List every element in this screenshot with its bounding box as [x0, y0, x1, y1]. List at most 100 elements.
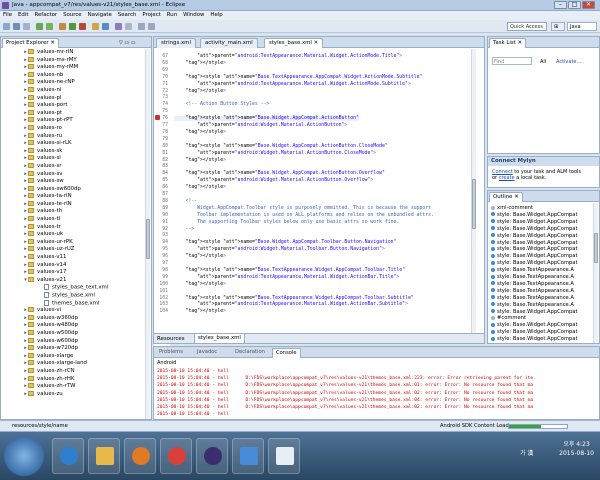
close-button[interactable]: ✕: [582, 1, 595, 9]
tab-strings-xml[interactable]: strings.xml: [156, 38, 196, 48]
external-tools-icon[interactable]: [79, 23, 86, 30]
tree-item[interactable]: ▸ values-sl: [1, 155, 146, 163]
outline-item[interactable]: style: Base.TextAppearance.A: [491, 295, 574, 301]
code-line[interactable]: "tag"><style "att">name="Base.TextAppear…: [174, 75, 423, 80]
print-icon[interactable]: [23, 23, 30, 30]
outline-scroll-thumb[interactable]: [594, 233, 598, 263]
tree-item[interactable]: ▸ values-w720dp: [1, 345, 146, 353]
tree-item[interactable]: ▸ values-ur-rPK: [1, 238, 146, 247]
tree-item[interactable]: ▸ values-ms-rMY: [1, 56, 146, 65]
tree-item[interactable]: ▸ values-my-rMM: [1, 64, 146, 72]
tab-console[interactable]: Console: [272, 348, 301, 358]
code-line[interactable]: "tag"></style>: [174, 61, 226, 66]
outline-item[interactable]: style: Base.TextAppearance.A: [491, 274, 574, 280]
tree-item[interactable]: ▸ values-te-rIN: [1, 200, 146, 209]
code-line[interactable]: The supporting Toolbar styles below only…: [174, 220, 399, 225]
outline-item[interactable]: style: Base.Widget.AppCompat: [491, 329, 578, 335]
open-perspective-icon[interactable]: ⊞: [551, 22, 565, 31]
tree-item[interactable]: ▸ values-si-rLK: [1, 140, 146, 148]
tree-item[interactable]: ▸ values-nl: [1, 86, 146, 95]
tab-activity-main-xml[interactable]: activity_main.xml: [200, 38, 258, 48]
open-type-icon[interactable]: [115, 23, 122, 30]
outline-item[interactable]: style: Base.Widget.AppCompat: [491, 260, 578, 266]
taskbar-explorer[interactable]: [88, 438, 120, 474]
tab-javadoc[interactable]: Javadoc: [194, 348, 220, 358]
tree-item[interactable]: ▸ values-sv: [1, 170, 146, 179]
code-line[interactable]: "att">parent="android:TextAppearance.Mat…: [174, 82, 411, 87]
tree-item[interactable]: ▸ values-zh-rCN: [1, 367, 146, 376]
java-perspective-button[interactable]: Java: [567, 22, 597, 31]
code-line[interactable]: "tag"></style>: [174, 309, 226, 314]
taskbar-chrome[interactable]: [160, 438, 192, 474]
code-line[interactable]: "att">parent="android:TextAppearance.Mat…: [174, 275, 399, 280]
menu-source[interactable]: Source: [60, 11, 85, 19]
tree-item[interactable]: themes_base.xml: [1, 299, 146, 308]
tree-item[interactable]: ▾ values-v21: [1, 276, 146, 285]
tree-item[interactable]: ▸ values-pl: [1, 94, 146, 103]
outline-item[interactable]: style: Base.Widget.AppCompat: [491, 253, 578, 259]
tree-item[interactable]: ▸ values-sw600dp: [1, 185, 146, 194]
outline-item[interactable]: #comment: [491, 315, 526, 321]
new-java-package-icon[interactable]: [92, 23, 99, 30]
tree-item[interactable]: ▸ values-port: [1, 102, 146, 110]
tree-item[interactable]: ▸ values-tl: [1, 216, 146, 224]
view-menu-icon[interactable]: ▽ ▭ ▭: [119, 40, 135, 46]
code-area[interactable]: "att">parent="android:TextAppearance.Mat…: [154, 49, 472, 333]
code-line[interactable]: "tag"></style>: [174, 282, 226, 287]
tree-item[interactable]: ▸ values-zh-rHK: [1, 375, 146, 384]
tree-item[interactable]: ▸ values-th: [1, 208, 146, 216]
outline-item[interactable]: style: Base.Widget.AppCompat: [491, 219, 578, 225]
menu-project[interactable]: Project: [139, 11, 163, 19]
taskbar-app[interactable]: [232, 438, 264, 474]
search-icon[interactable]: [125, 23, 132, 30]
outline-tab[interactable]: Outline ✕: [489, 192, 523, 202]
tree-item[interactable]: ▸ values-tr: [1, 223, 146, 232]
editor-scroll-thumb[interactable]: [472, 179, 476, 229]
tree-item[interactable]: ▸ values-v17: [1, 269, 146, 277]
code-line[interactable]: "tag"></style>: [174, 158, 226, 163]
mylyn-create-link[interactable]: create: [499, 175, 515, 181]
debug-icon[interactable]: [59, 23, 66, 30]
run-icon[interactable]: [69, 23, 76, 30]
outline-item[interactable]: xml-comment: [491, 205, 533, 211]
error-marker-icon[interactable]: [155, 115, 160, 120]
code-line[interactable]: "att">parent="android:TextAppearance.Mat…: [174, 302, 408, 307]
back-icon[interactable]: [138, 23, 145, 30]
menu-help[interactable]: Help: [207, 11, 225, 19]
menu-refactor[interactable]: Refactor: [31, 11, 60, 19]
styles-base-subtab[interactable]: styles_base.xml: [194, 334, 245, 344]
tab-styles-base-xml[interactable]: styles_base.xml ✕: [264, 38, 324, 48]
outline-item[interactable]: style: Base.Widget.AppCompat: [491, 309, 578, 315]
editor-scrollbar[interactable]: [471, 49, 476, 333]
tree-item[interactable]: ▸ values-ne-rNP: [1, 79, 146, 87]
tree-item[interactable]: ▸ values-nb: [1, 71, 146, 80]
ime-indicator[interactable]: 가 漢: [520, 448, 533, 457]
tab-problems[interactable]: Problems: [156, 348, 186, 358]
taskbar-ie[interactable]: [52, 438, 84, 474]
code-line[interactable]: "tag"><style "att">name="Base.Widget.App…: [174, 116, 359, 122]
tree-item[interactable]: ▸ values-mr-rIN: [1, 49, 146, 57]
outline-item[interactable]: style: Base.Widget.AppCompat: [491, 336, 578, 342]
code-line[interactable]: "tag"></style>: [174, 130, 226, 135]
taskbar-eclipse[interactable]: [196, 438, 228, 474]
outline-item[interactable]: style: Base.TextAppearance.A: [491, 288, 574, 294]
tree-item[interactable]: ▸ values-ro: [1, 124, 146, 133]
tree-item[interactable]: styles_base.xml: [1, 292, 146, 300]
outline-item[interactable]: style: Base.TextAppearance.A: [491, 267, 574, 273]
save-icon[interactable]: [13, 23, 20, 30]
project-tree-scrollbar[interactable]: [145, 49, 150, 419]
code-line[interactable]: "tag"><style "att">name="Base.Widget.App…: [174, 171, 385, 176]
code-line[interactable]: <!--: [174, 199, 198, 204]
maximize-button[interactable]: □: [568, 1, 581, 9]
outline-item[interactable]: style: Base.Widget.AppCompat: [491, 322, 578, 328]
tree-item[interactable]: ▸ values-sr: [1, 162, 146, 171]
project-explorer-tab[interactable]: Project Explorer ✕: [2, 38, 59, 48]
code-line[interactable]: "tag"></style>: [174, 254, 226, 259]
forward-icon[interactable]: [148, 23, 155, 30]
tree-item[interactable]: styles_base_text.xml: [1, 284, 146, 292]
task-find-input[interactable]: Find: [492, 57, 532, 65]
project-tree-scroll-thumb[interactable]: [146, 219, 150, 259]
new-icon[interactable]: [3, 23, 10, 30]
tree-item[interactable]: ▸ values-v11: [1, 254, 146, 262]
tree-item[interactable]: ▸ values-ta-rIN: [1, 193, 146, 201]
